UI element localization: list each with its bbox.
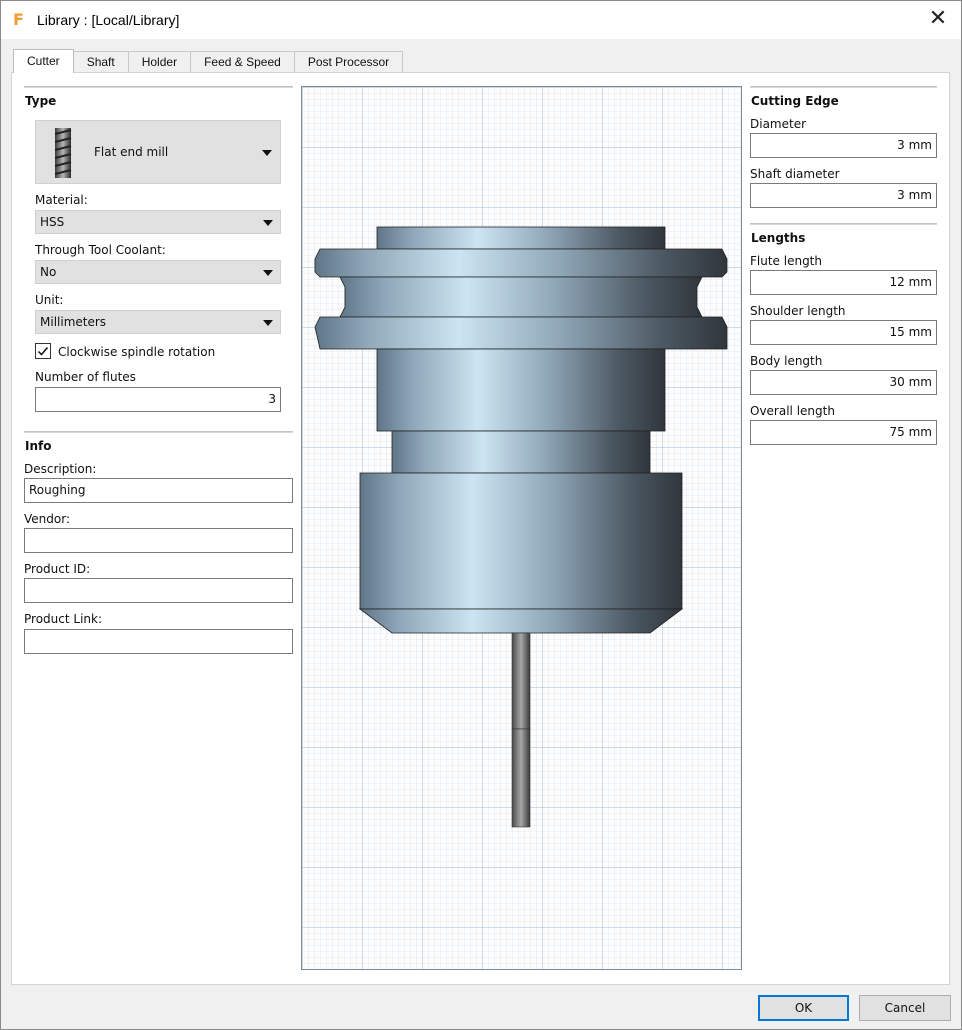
clockwise-checkbox[interactable]	[35, 343, 51, 359]
flutes-field[interactable]: 3	[35, 387, 281, 412]
clockwise-label[interactable]: Clockwise spindle rotation	[58, 345, 215, 359]
cancel-button[interactable]: Cancel	[859, 995, 951, 1021]
product-id-field[interactable]	[24, 578, 293, 603]
overall-length-field[interactable]: 75 mm	[750, 420, 937, 445]
flutes-label: Number of flutes	[35, 370, 136, 384]
shaft-diameter-field[interactable]: 3 mm	[750, 183, 937, 208]
tool-type-value: Flat end mill	[94, 145, 169, 159]
material-select[interactable]: HSS	[35, 210, 281, 234]
tab-post-processor[interactable]: Post Processor	[293, 51, 404, 73]
material-label: Material:	[35, 193, 88, 207]
checkmark-icon	[37, 347, 49, 356]
chevron-down-icon	[263, 220, 273, 226]
overall-length-label: Overall length	[750, 404, 835, 418]
tab-shaft[interactable]: Shaft	[72, 51, 129, 73]
unit-value: Millimeters	[40, 315, 107, 329]
material-value: HSS	[40, 215, 65, 229]
tool-type-dropdown[interactable]: Flat end mill	[35, 120, 281, 184]
flute-length-field[interactable]: 12 mm	[750, 270, 937, 295]
diameter-label: Diameter	[750, 117, 807, 131]
shaft-shape	[511, 632, 531, 828]
unit-select[interactable]: Millimeters	[35, 310, 281, 334]
chevron-down-icon	[263, 270, 273, 276]
library-dialog: F Library : [Local/Library] ✕ Cutter Sha…	[0, 0, 962, 1030]
flute-length-label: Flute length	[750, 254, 822, 268]
unit-label: Unit:	[35, 293, 64, 307]
tool-preview-canvas	[302, 87, 741, 969]
end-mill-icon	[54, 128, 72, 178]
lengths-separator	[750, 223, 937, 225]
title-bar: F Library : [Local/Library] ✕	[1, 1, 961, 39]
chevron-down-icon	[262, 150, 272, 156]
coolant-select[interactable]: No	[35, 260, 281, 284]
description-field[interactable]: Roughing	[24, 478, 293, 503]
cutting-edge-title: Cutting Edge	[751, 94, 839, 108]
chevron-down-icon	[263, 320, 273, 326]
body-length-field[interactable]: 30 mm	[750, 370, 937, 395]
tab-feed-speed[interactable]: Feed & Speed	[190, 51, 295, 73]
vendor-label: Vendor:	[24, 512, 70, 526]
shoulder-length-field[interactable]: 15 mm	[750, 320, 937, 345]
vendor-field[interactable]	[24, 528, 293, 553]
tab-cutter[interactable]: Cutter	[13, 49, 74, 73]
ok-button[interactable]: OK	[758, 995, 849, 1021]
tab-bar: Cutter Shaft Holder Feed & Speed Post Pr…	[13, 49, 404, 73]
shoulder-length-label: Shoulder length	[750, 304, 846, 318]
info-section-title: Info	[25, 439, 52, 453]
holder-shape	[314, 226, 728, 634]
coolant-value: No	[40, 265, 57, 279]
window-title: Library : [Local/Library]	[37, 12, 180, 28]
product-link-label: Product Link:	[24, 612, 102, 626]
diameter-field[interactable]: 3 mm	[750, 133, 937, 158]
tool-preview[interactable]	[301, 86, 742, 970]
shaft-diameter-label: Shaft diameter	[750, 167, 840, 181]
coolant-label: Through Tool Coolant:	[35, 243, 166, 257]
description-label: Description:	[24, 462, 97, 476]
app-logo-icon: F	[13, 10, 24, 29]
product-link-field[interactable]	[24, 629, 293, 654]
lengths-title: Lengths	[751, 231, 806, 245]
cutting-edge-separator	[750, 86, 937, 88]
type-section-title: Type	[25, 94, 57, 108]
product-id-label: Product ID:	[24, 562, 91, 576]
tab-holder[interactable]: Holder	[127, 51, 192, 73]
cutter-panel: Type Flat end mill Material: HSS Through…	[11, 72, 950, 985]
close-button[interactable]: ✕	[925, 7, 951, 33]
body-length-label: Body length	[750, 354, 823, 368]
info-separator	[24, 431, 293, 433]
type-separator	[24, 86, 293, 88]
